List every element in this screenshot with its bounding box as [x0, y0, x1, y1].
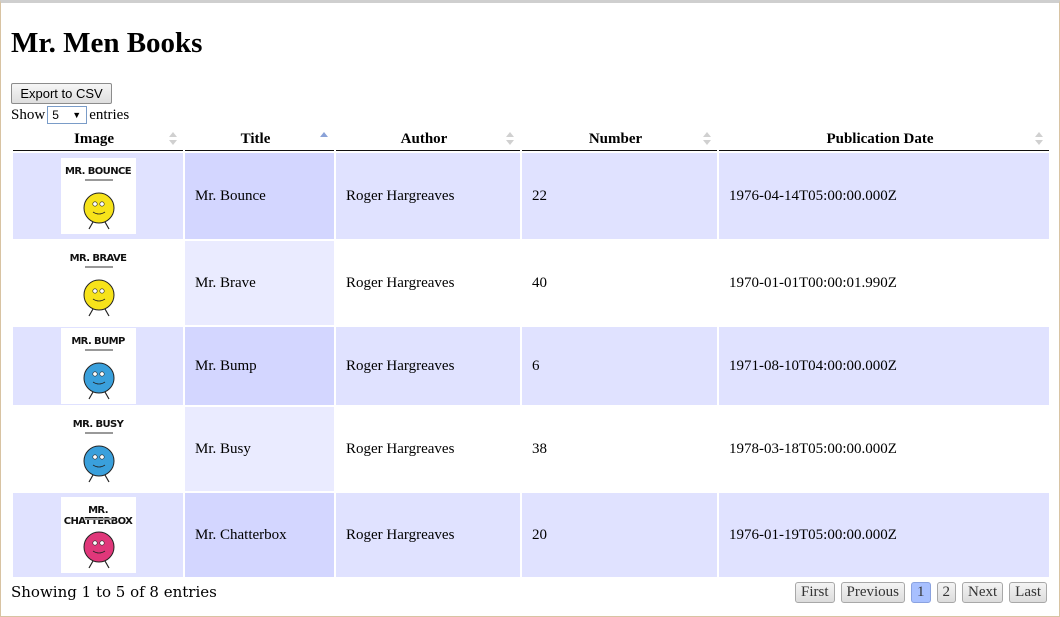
- cover-cell: MR. BOUNCE: [13, 153, 183, 239]
- number-cell: 6: [522, 327, 717, 405]
- sort-icon: [703, 132, 711, 146]
- book-cover-image: MR. BRAVE: [60, 245, 136, 321]
- show-label: Show: [11, 107, 46, 123]
- table-row[interactable]: MR. BUMP Mr. Bump Roger Hargreaves 6 1971-08…: [13, 327, 1049, 405]
- column-header-author[interactable]: Author: [336, 128, 520, 151]
- author-cell: Roger Hargreaves: [336, 241, 520, 325]
- column-header-title[interactable]: Title: [185, 128, 334, 151]
- page-1-button[interactable]: 1: [911, 582, 931, 603]
- chevron-down-icon: ▼: [72, 110, 82, 120]
- book-cover-image: MR. CHATTERBOX: [60, 497, 136, 573]
- page-length-control: Show 5 ▼ entries: [11, 105, 129, 125]
- author-cell: Roger Hargreaves: [336, 407, 520, 491]
- table-body: MR. BOUNCE Mr. Bounce Roger Hargreaves 22 19…: [13, 153, 1049, 577]
- export-csv-button[interactable]: Export to CSV: [11, 83, 112, 104]
- title-cell: Mr. Chatterbox: [185, 493, 334, 577]
- number-cell: 22: [522, 153, 717, 239]
- page-length-select[interactable]: 5 ▼: [47, 106, 88, 124]
- first-page-button[interactable]: First: [794, 582, 835, 603]
- publication-date-cell: 1976-01-19T05:00:00.000Z: [719, 493, 1049, 577]
- book-cover-image: MR. BOUNCE: [60, 158, 136, 234]
- cover-cell: MR. BRAVE: [13, 241, 183, 325]
- author-cell: Roger Hargreaves: [336, 493, 520, 577]
- books-table: Image Title Author Number Publication Da…: [11, 126, 1051, 579]
- table-info: Showing 1 to 5 of 8 entries: [11, 583, 217, 601]
- publication-date-cell: 1971-08-10T04:00:00.000Z: [719, 327, 1049, 405]
- last-page-button[interactable]: Last: [1009, 582, 1047, 603]
- publication-date-cell: 1978-03-18T05:00:00.000Z: [719, 407, 1049, 491]
- book-cover-image: MR. BUMP: [60, 328, 136, 404]
- table-row[interactable]: MR. BRAVE Mr. Brave Roger Hargreaves 40 1970…: [13, 241, 1049, 325]
- column-header-number[interactable]: Number: [522, 128, 717, 151]
- sort-icon: [169, 132, 177, 146]
- column-header-publication-date[interactable]: Publication Date: [719, 128, 1049, 151]
- previous-page-button[interactable]: Previous: [840, 582, 905, 603]
- author-cell: Roger Hargreaves: [336, 153, 520, 239]
- column-label: Title: [240, 130, 271, 147]
- column-label: Publication Date: [826, 130, 934, 147]
- title-cell: Mr. Bounce: [185, 153, 334, 239]
- title-cell: Mr. Busy: [185, 407, 334, 491]
- table-row[interactable]: MR. BOUNCE Mr. Bounce Roger Hargreaves 22 19…: [13, 153, 1049, 239]
- column-label: Image: [74, 130, 114, 147]
- page-length-value: 5: [52, 108, 59, 122]
- column-header-image[interactable]: Image: [13, 128, 183, 151]
- entries-label: entries: [89, 107, 130, 123]
- cover-cell: MR. BUMP: [13, 327, 183, 405]
- cover-cell: MR. CHATTERBOX: [13, 493, 183, 577]
- table-header-row: Image Title Author Number Publication Da…: [13, 128, 1049, 151]
- sort-ascending-icon: [320, 132, 328, 146]
- page-title: Mr. Men Books: [11, 27, 203, 59]
- column-label: Author: [400, 130, 448, 147]
- title-cell: Mr. Bump: [185, 327, 334, 405]
- number-cell: 40: [522, 241, 717, 325]
- table-row[interactable]: MR. CHATTERBOX Mr. Chatterbox Roger Hargre…: [13, 493, 1049, 577]
- publication-date-cell: 1976-04-14T05:00:00.000Z: [719, 153, 1049, 239]
- cover-cell: MR. BUSY: [13, 407, 183, 491]
- table-row[interactable]: MR. BUSY Mr. Busy Roger Hargreaves 38 1978-0…: [13, 407, 1049, 491]
- title-cell: Mr. Brave: [185, 241, 334, 325]
- pagination: First Previous 1 2 Next Last: [794, 582, 1047, 603]
- column-label: Number: [588, 130, 643, 147]
- page-2-button[interactable]: 2: [936, 582, 956, 603]
- author-cell: Roger Hargreaves: [336, 327, 520, 405]
- sort-icon: [1035, 132, 1043, 146]
- next-page-button[interactable]: Next: [962, 582, 1004, 603]
- publication-date-cell: 1970-01-01T00:00:01.990Z: [719, 241, 1049, 325]
- number-cell: 38: [522, 407, 717, 491]
- number-cell: 20: [522, 493, 717, 577]
- book-cover-image: MR. BUSY: [60, 411, 136, 487]
- sort-icon: [506, 132, 514, 146]
